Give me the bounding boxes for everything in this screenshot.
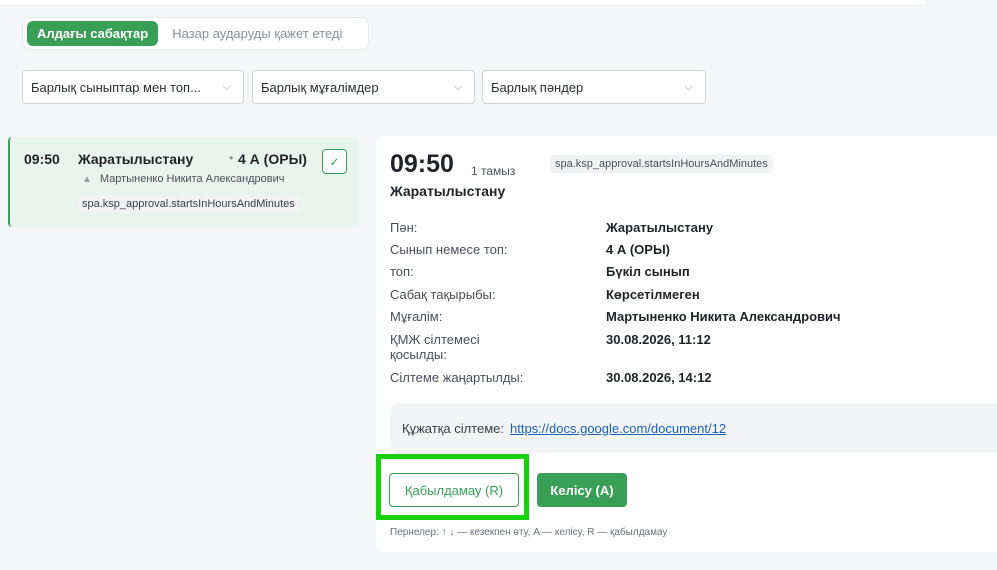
chevron-down-icon: ⌵ — [222, 80, 231, 93]
separator-dot: • — [229, 151, 234, 165]
detail-row-value: Көрсетілмеген — [606, 287, 700, 302]
detail-date: 1 тамыз — [471, 164, 516, 178]
detail-row-value: Мартыненко Никита Александрович — [606, 309, 841, 324]
detail-row-label: топ: — [390, 264, 414, 279]
approve-button[interactable]: Келісу (A) — [537, 473, 627, 507]
teacher-filter-select[interactable]: Барлық мұғалімдер ⌵ — [252, 70, 475, 104]
detail-row-label: Мұғалім: — [390, 309, 443, 324]
document-link-box: Құжатқа сілтеме: https://docs.google.com… — [390, 403, 997, 453]
top-header-band — [0, 0, 925, 6]
document-link[interactable]: https://docs.google.com/document/12 — [510, 421, 726, 436]
lesson-detail-panel: 09:50 1 тамыз spa.ksp_approval.startsInH… — [376, 136, 997, 552]
lesson-class: 4 А (ОРЫ) — [238, 151, 307, 167]
check-icon: ✓ — [329, 154, 340, 169]
tab-needs-attention[interactable]: Назар аударуды қажет етеді — [162, 21, 352, 46]
lesson-time: 09:50 — [24, 151, 60, 167]
subject-filter-select[interactable]: Барлық пәндер ⌵ — [482, 70, 706, 104]
detail-row-value: 30.08.2026, 11:12 — [606, 332, 711, 347]
detail-row-label: Пән: — [390, 220, 418, 235]
subject-filter-value: Барлық пәндер — [491, 79, 584, 95]
detail-row-value: Бүкіл сынып — [606, 264, 690, 279]
detail-row-value: Жаратылыстану — [606, 220, 714, 235]
detail-time: 09:50 — [390, 150, 454, 178]
teacher-filter-value: Барлық мұғалімдер — [261, 79, 379, 95]
detail-status-badge: spa.ksp_approval.startsInHoursAndMinutes — [550, 155, 773, 173]
detail-row-value: 30.08.2026, 14:12 — [606, 370, 712, 385]
lesson-status-badge: spa.ksp_approval.startsInHoursAndMinutes — [78, 195, 299, 213]
detail-subject: Жаратылыстану — [390, 183, 506, 199]
chevron-down-icon: ⌵ — [453, 80, 462, 93]
lesson-list-item[interactable]: 09:50 Жаратылыстану • 4 А (ОРЫ) ✓ ▲ Март… — [8, 137, 359, 227]
lesson-subject: Жаратылыстану — [78, 151, 194, 167]
reject-button[interactable]: Қабылдамау (R) — [389, 473, 519, 507]
lesson-teacher-name: Мартыненко Никита Александрович — [99, 173, 285, 185]
detail-row-label: Сынып немесе топ: — [390, 242, 508, 257]
detail-row-label: Сілтеме жаңартылды: — [390, 370, 524, 385]
detail-row-label: Сабақ тақырыбы: — [390, 287, 496, 302]
person-icon: ▲ — [82, 173, 92, 185]
approve-checkbox[interactable]: ✓ — [322, 149, 347, 174]
document-link-label: Құжатқа сілтеме: — [402, 420, 504, 436]
chevron-down-icon: ⌵ — [684, 80, 693, 93]
tabs-bar: Алдағы сабақтар Назар аударуды қажет ете… — [22, 17, 369, 50]
keyboard-hint: Пернелер: ↑ ↓ — кезекпен өту, A — келісу… — [390, 527, 668, 538]
tab-upcoming-lessons[interactable]: Алдағы сабақтар — [27, 21, 159, 46]
class-filter-value: Барлық сыныптар мен топ... — [31, 79, 201, 95]
detail-row-value: 4 А (ОРЫ) — [606, 242, 671, 257]
class-filter-select[interactable]: Барлық сыныптар мен топ... ⌵ — [22, 70, 244, 104]
lesson-teacher: ▲ Мартыненко Никита Александрович — [82, 173, 285, 185]
detail-row-label: ҚМЖ сілтемесі қосылды: — [390, 332, 480, 362]
